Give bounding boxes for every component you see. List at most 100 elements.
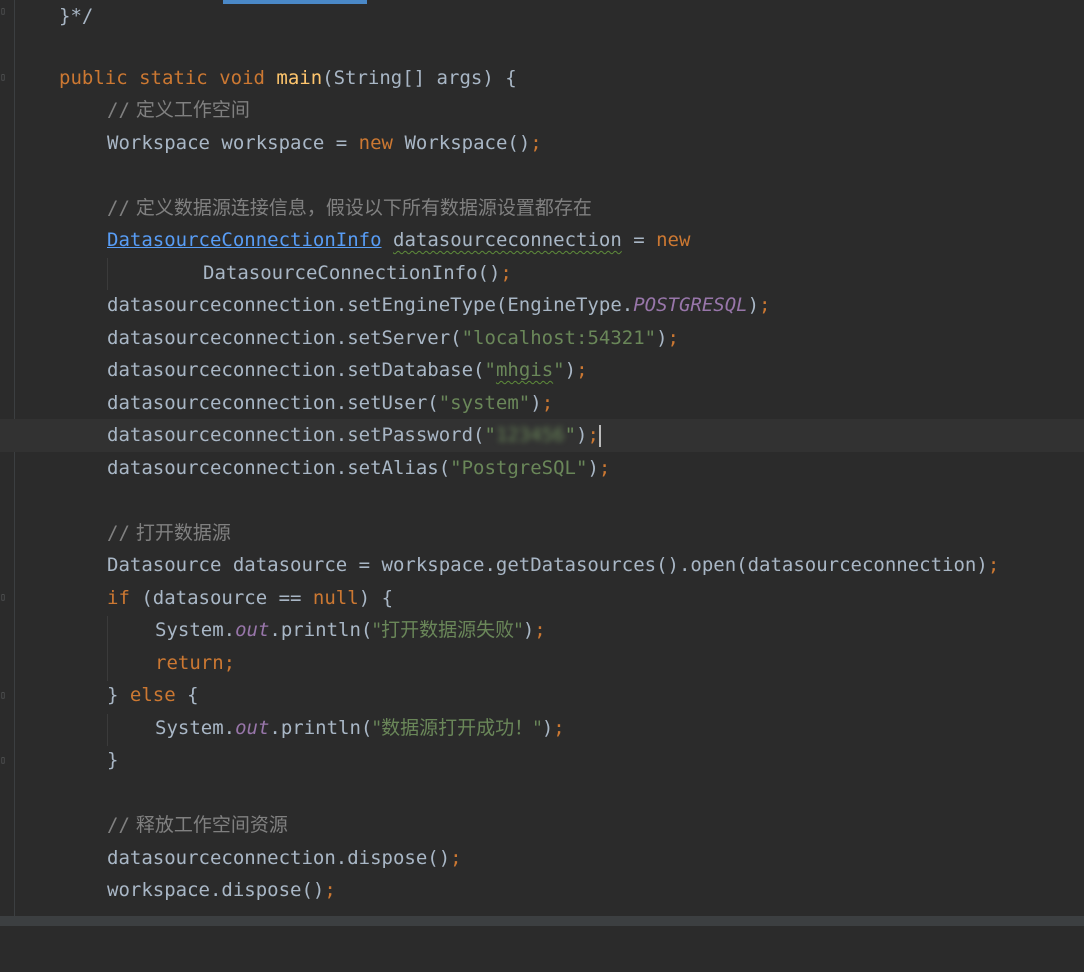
code-line[interactable]: datasourceconnection.setServer("localhos… [0, 322, 1084, 355]
static-field: out [235, 717, 270, 739]
current-code-line[interactable]: datasourceconnection.setPassword("123456… [0, 419, 1084, 452]
code-line[interactable]: DatasourceConnectionInfo(); [0, 257, 1084, 290]
semicolon: ; [223, 652, 236, 674]
code-text: { [175, 684, 199, 706]
code-text: ) [522, 619, 535, 641]
code-line[interactable]: } else { [0, 679, 1084, 712]
code-line[interactable]: System.out.println("打开数据源失败"); [0, 614, 1084, 647]
code-line[interactable]: datasourceconnection.setEngineType(Engin… [0, 289, 1084, 322]
code-text: ) [656, 327, 668, 349]
keyword: if [107, 587, 130, 609]
method-name: main [276, 67, 323, 89]
variable-name: datasourceconnection [393, 229, 622, 251]
comment-slashes: // [107, 99, 130, 121]
semicolon: ; [553, 717, 565, 739]
keyword: null [312, 587, 359, 609]
string-literal: "PostgreSQL" [450, 457, 588, 479]
keyword: static [139, 67, 208, 89]
string-literal: mhgis [495, 359, 554, 381]
code-editor[interactable]: }*/ public static void main(String[] arg… [0, 0, 1084, 916]
string-literal: "打开数据源失败" [372, 619, 523, 641]
code-line[interactable]: // 定义数据源连接信息，假设以下所有数据源设置都存在 [0, 192, 1084, 225]
code-text: Workspace() [393, 132, 531, 154]
string-literal: "system" [438, 392, 531, 414]
code-line[interactable]: datasourceconnection.setAlias("PostgreSQ… [0, 452, 1084, 485]
code-line[interactable]: } [0, 744, 1084, 777]
keyword: public [59, 67, 128, 89]
string-quote: " [484, 359, 496, 381]
semicolon: ; [598, 457, 611, 479]
code-text: }*/ [59, 5, 94, 27]
string-literal: "数据源打开成功！" [372, 717, 542, 739]
code-text: System. [155, 619, 236, 641]
code-line[interactable]: // 打开数据源 [0, 517, 1084, 550]
keyword: void [219, 67, 265, 89]
semicolon: ; [576, 359, 588, 381]
semicolon: ; [759, 294, 771, 316]
code-text: = [621, 229, 657, 251]
string-literal: "localhost:54321" [461, 327, 657, 349]
semicolon: ; [987, 554, 1000, 576]
comment-slashes: // [107, 197, 130, 219]
semicolon: ; [500, 262, 512, 284]
code-text: ) [530, 392, 542, 414]
keyword: return [155, 652, 224, 674]
code-text: workspace.dispose() [107, 879, 325, 901]
code-line[interactable]: }*/ [0, 0, 1084, 33]
comment: 释放工作空间资源 [129, 814, 288, 836]
code-text: ) [564, 359, 577, 381]
code-line[interactable]: Workspace workspace = new Workspace(); [0, 127, 1084, 160]
code-text: datasourceconnection.setEngineType(Engin… [107, 294, 634, 316]
code-line[interactable]: datasourceconnection.setDatabase("mhgis"… [0, 354, 1084, 387]
code-text: datasourceconnection.setPassword( [107, 424, 485, 446]
code-text: (String[] args) { [322, 67, 517, 89]
comment: 打开数据源 [129, 522, 231, 544]
string-quote: " [484, 424, 496, 446]
code-text: } [107, 749, 119, 771]
comment-slashes: // [107, 522, 130, 544]
code-text: Datasource datasource = workspace.getDat… [107, 554, 988, 576]
string-quote: " [553, 359, 565, 381]
semicolon: ; [324, 879, 336, 901]
code-text: ) [576, 424, 588, 446]
code-line[interactable]: if (datasource == null) { [0, 582, 1084, 615]
text-caret [598, 424, 601, 447]
comment: 定义数据源连接信息，假设以下所有数据源设置都存在 [129, 197, 592, 219]
blurred-password: 123456 [495, 424, 565, 446]
code-line[interactable]: public static void main(String[] args) { [0, 62, 1084, 95]
code-text: .println( [269, 619, 373, 641]
code-text: ) { [358, 587, 394, 609]
code-line[interactable]: datasourceconnection.dispose(); [0, 842, 1084, 875]
string-quote: " [564, 424, 577, 446]
code-line[interactable]: datasourceconnection.setUser("system"); [0, 387, 1084, 420]
code-text: datasourceconnection.setDatabase( [107, 359, 485, 381]
code-text: DatasourceConnectionInfo() [203, 262, 501, 284]
code-text: Workspace workspace = [107, 132, 359, 154]
code-text: ) [587, 457, 599, 479]
code-text: } [107, 684, 130, 706]
type-link[interactable]: DatasourceConnectionInfo [107, 229, 382, 251]
static-field: POSTGRESQL [633, 294, 748, 316]
semicolon: ; [587, 424, 599, 446]
static-field: out [235, 619, 270, 641]
code-line[interactable]: workspace.dispose(); [0, 874, 1084, 907]
code-line[interactable]: // 释放工作空间资源 [0, 809, 1084, 842]
code-text: .println( [269, 717, 373, 739]
code-text: ) [747, 294, 760, 316]
code-line[interactable]: DatasourceConnectionInfo datasourceconne… [0, 224, 1084, 257]
keyword: new [656, 229, 691, 251]
code-line[interactable]: return; [0, 647, 1084, 680]
semicolon: ; [541, 392, 554, 414]
code-line[interactable]: System.out.println("数据源打开成功！"); [0, 712, 1084, 745]
code-text: datasourceconnection.dispose() [107, 847, 451, 869]
code-line[interactable]: // 定义工作空间 [0, 94, 1084, 127]
horizontal-scrollbar[interactable] [0, 916, 1084, 926]
semicolon: ; [450, 847, 462, 869]
code-text: datasourceconnection.setUser( [107, 392, 439, 414]
code-line[interactable]: Datasource datasource = workspace.getDat… [0, 549, 1084, 582]
code-text: datasourceconnection.setAlias( [107, 457, 451, 479]
keyword: else [129, 684, 176, 706]
semicolon: ; [667, 327, 679, 349]
semicolon: ; [530, 132, 542, 154]
code-text: ) [541, 717, 554, 739]
